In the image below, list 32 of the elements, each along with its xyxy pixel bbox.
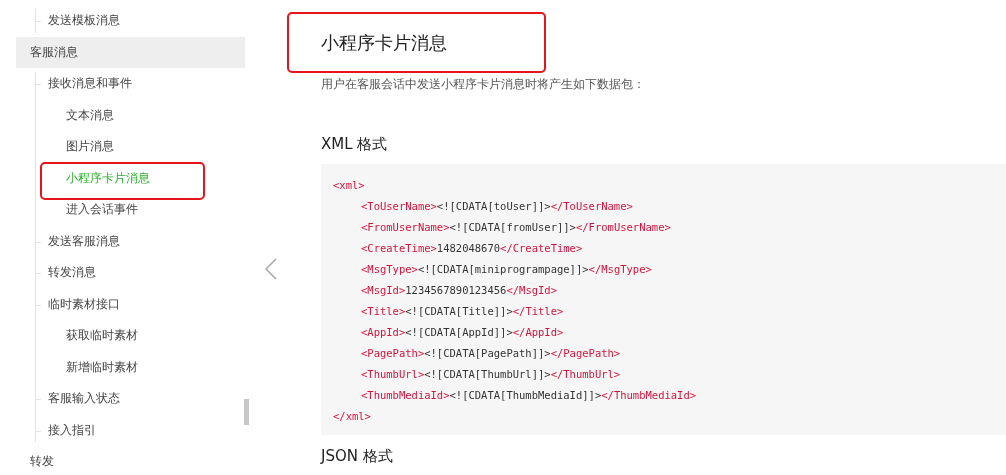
section-heading: XML 格式 xyxy=(321,135,389,154)
code-line: <CreateTime>1482048670</CreateTime> xyxy=(360,241,584,256)
nav-item[interactable]: 客服输入状态 xyxy=(0,383,245,415)
code-line: <Title><![CDATA[Title]]></Title> xyxy=(360,304,565,319)
nav-item[interactable]: 接收消息和事件 xyxy=(0,68,245,100)
code-line: <ThumbMediaId><![CDATA[ThumbMediaId]]></ThumbMediaId> xyxy=(360,388,698,403)
code-line: </xml> xyxy=(333,409,372,424)
nav-item[interactable]: 图片消息 xyxy=(0,131,245,163)
code-line: <FromUserName><![CDATA[fromUser]]></FromUserName> xyxy=(360,220,672,235)
section-heading: JSON 格式 xyxy=(321,447,394,466)
nav-item[interactable]: 发送客服消息 xyxy=(0,225,245,257)
chevron-left-icon[interactable] xyxy=(264,258,278,280)
scrollbar-thumb[interactable] xyxy=(244,399,249,425)
nav-item[interactable]: 接入指引 xyxy=(0,414,245,446)
code-line: <MsgType><![CDATA[miniprogrampage]]></MsgType> xyxy=(360,262,653,277)
nav-item[interactable]: 文本消息 xyxy=(0,99,245,131)
code-line: <xml> xyxy=(333,178,366,193)
nav-item[interactable]: 转发 xyxy=(0,446,245,475)
nav-item[interactable]: 临时素材接口 xyxy=(0,288,245,320)
nav-item[interactable]: 发送模板消息 xyxy=(0,5,245,37)
description-text: 用户在客服会话中发送小程序卡片消息时将产生如下数据包： xyxy=(321,76,646,93)
code-line: <MsgId>1234567890123456</MsgId> xyxy=(360,283,558,298)
code-line: <PagePath><![CDATA[PagePath]]></PagePath> xyxy=(360,346,622,361)
code-line: <ToUserName><![CDATA[toUser]]></ToUserName> xyxy=(360,199,634,214)
nav-item[interactable]: 新增临时素材 xyxy=(0,351,245,383)
nav-item[interactable]: 转发消息 xyxy=(0,257,245,289)
nav-item[interactable]: 获取临时素材 xyxy=(0,320,245,352)
nav-item[interactable]: 进入会话事件 xyxy=(0,194,245,226)
code-line: <AppId><![CDATA[AppId]]></AppId> xyxy=(360,325,565,340)
code-line: <ThumbUrl><![CDATA[ThumbUrl]]></ThumbUrl> xyxy=(360,367,622,382)
nav-item[interactable]: 客服消息 xyxy=(16,36,245,68)
page-title: 小程序卡片消息 xyxy=(321,30,447,55)
